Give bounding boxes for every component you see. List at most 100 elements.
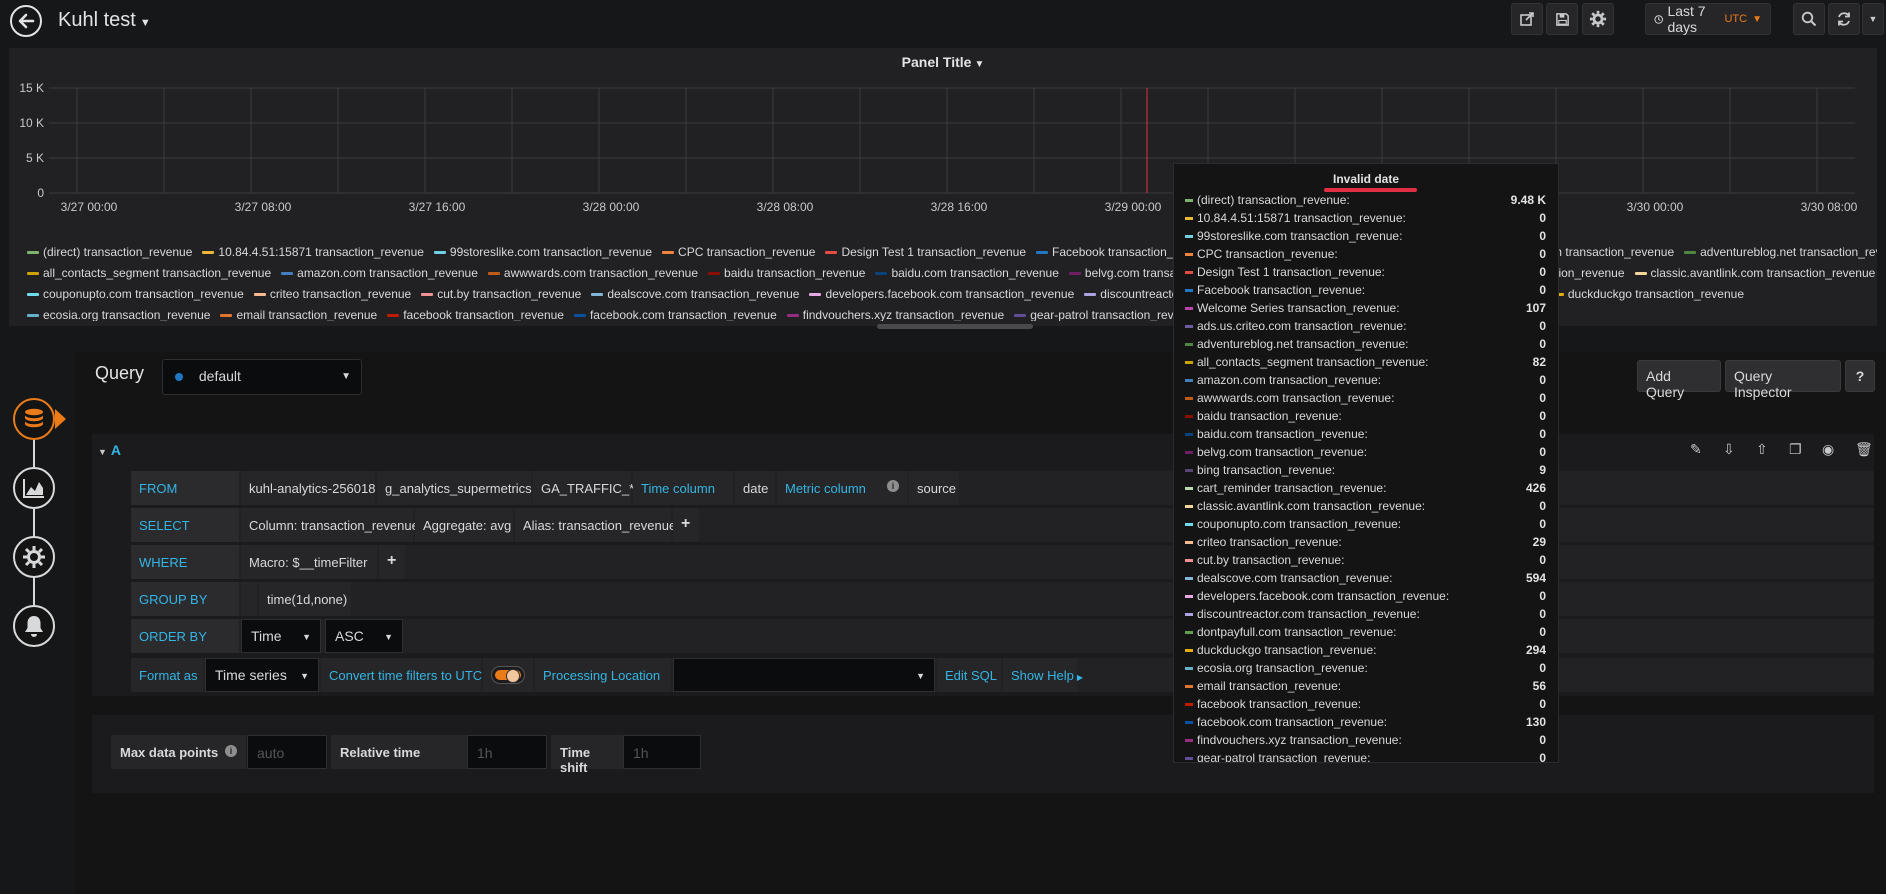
graph-canvas[interactable]: 15 K 10 K 5 K 0 3/27 00:00 3/27 08:00 3/27 16:… xyxy=(9,78,1877,248)
metric-column-segment[interactable]: source xyxy=(909,471,959,505)
group-by-segment[interactable]: time(1d,none) xyxy=(259,582,351,616)
queries-tab[interactable] xyxy=(13,398,55,440)
legend-item[interactable]: baidu.com transaction_revenue xyxy=(875,266,1059,280)
legend-item[interactable]: cut.by transaction_revenue xyxy=(421,287,581,301)
legend-item[interactable]: adventureblog.net transaction_revenue xyxy=(1684,245,1877,259)
format-as-select[interactable]: Time series ▼ xyxy=(205,658,319,692)
time-shift-input[interactable]: 1h xyxy=(623,735,701,769)
legend-item[interactable]: classic.avantlink.com transaction_revenu… xyxy=(1634,266,1875,280)
project-segment[interactable]: kuhl-analytics-256018 xyxy=(241,471,375,505)
tooltip-series-name: classic.avantlink.com transaction_revenu… xyxy=(1197,499,1426,513)
refresh-button[interactable] xyxy=(1828,3,1860,35)
visualization-tab[interactable] xyxy=(13,467,55,509)
select-keyword: SELECT xyxy=(131,508,239,542)
convert-utc-toggle[interactable] xyxy=(491,666,525,684)
legend-swatch xyxy=(487,272,500,276)
processing-location-select[interactable]: ▼ xyxy=(673,658,935,692)
legend-item[interactable]: facebook.com transaction_revenue xyxy=(573,308,777,321)
legend-item[interactable]: 10.84.4.51:15871 transaction_revenue xyxy=(202,245,424,259)
caret-down-icon: ▼ xyxy=(1752,13,1762,25)
datasource-select[interactable]: default ▼ xyxy=(162,359,362,395)
legend-label: email transaction_revenue xyxy=(236,308,378,321)
help-button[interactable]: ? xyxy=(1845,360,1875,392)
relative-time-input[interactable]: 1h xyxy=(467,735,547,769)
query-row-toggle[interactable]: ▼ A xyxy=(98,442,121,458)
tooltip-series-value: 0 xyxy=(1539,265,1546,279)
tooltip-series-value: 29 xyxy=(1532,535,1546,549)
legend-item[interactable]: findvouchers.xyz transaction_revenue xyxy=(786,308,1004,321)
add-query-button[interactable]: Add Query xyxy=(1637,360,1721,400)
tooltip-series-row: belvg.com transaction_revenue: 0 xyxy=(1185,445,1555,463)
gear-wrench-icon xyxy=(23,546,45,568)
tooltip-series-value: 0 xyxy=(1539,229,1546,243)
tooltip-series-name: cut.by transaction_revenue: xyxy=(1197,553,1345,567)
table-segment[interactable]: GA_TRAFFIC_* xyxy=(533,471,634,505)
alert-tab[interactable] xyxy=(13,605,55,647)
query-inspector-button[interactable]: Query Inspector xyxy=(1725,360,1841,400)
tooltip-swatch xyxy=(1185,595,1193,599)
tooltip-series-value: 9.48 K xyxy=(1510,193,1546,207)
panel-title[interactable]: Panel Title ▼ xyxy=(9,54,1877,70)
x-tick-label: 3/29 00:00 xyxy=(1105,200,1162,214)
legend-item[interactable]: awwwards.com transaction_revenue xyxy=(487,266,698,280)
add-select-button[interactable]: + xyxy=(673,508,699,542)
save-dashboard-button[interactable] xyxy=(1546,3,1578,35)
info-icon[interactable]: i xyxy=(887,480,899,492)
eye-icon[interactable]: ◉ xyxy=(1822,441,1834,458)
column-segment[interactable]: Column: transaction_revenue xyxy=(241,508,419,542)
time-range-picker[interactable]: Last 7 days UTC ▼ xyxy=(1645,3,1771,35)
legend-item[interactable]: Design Test 1 transaction_revenue xyxy=(825,245,1026,259)
legend-item[interactable]: developers.facebook.com transaction_reve… xyxy=(809,287,1074,301)
caret-down-icon: ▼ xyxy=(98,447,107,457)
legend-item[interactable]: 99storeslike.com transaction_revenue xyxy=(433,245,652,259)
legend-swatch xyxy=(1014,314,1027,318)
show-help-button[interactable]: Show Help ▶ xyxy=(1003,658,1083,692)
macro-segment[interactable]: Macro: $__timeFilter xyxy=(241,545,377,579)
refresh-interval-dropdown[interactable]: ▼ xyxy=(1862,3,1884,35)
legend-item[interactable]: facebook transaction_revenue xyxy=(387,308,564,321)
tooltip-swatch xyxy=(1185,721,1193,725)
back-button[interactable] xyxy=(10,5,42,37)
max-data-points-input[interactable]: auto xyxy=(247,735,327,769)
legend-item[interactable]: duckduckgo transaction_revenue xyxy=(1551,287,1744,301)
legend-item[interactable]: criteo transaction_revenue xyxy=(253,287,411,301)
copy-icon[interactable]: ❐ xyxy=(1789,441,1802,458)
legend-horizontal-scrollbar[interactable] xyxy=(877,324,1033,329)
add-where-button[interactable]: + xyxy=(379,545,405,579)
order-by-column-value: Time xyxy=(251,628,282,644)
legend-item[interactable]: ecosia.org transaction_revenue xyxy=(27,308,210,321)
pencil-icon[interactable]: ✎ xyxy=(1690,441,1702,458)
dataset-segment[interactable]: g_analytics_supermetrics xyxy=(377,471,532,505)
settings-button[interactable] xyxy=(1582,3,1614,35)
aggregate-segment[interactable]: Aggregate: avg xyxy=(415,508,513,542)
arrow-down-icon[interactable]: ⇩ xyxy=(1723,441,1735,458)
legend-item[interactable]: amazon.com transaction_revenue xyxy=(281,266,478,280)
order-by-column-select[interactable]: Time ▼ xyxy=(241,619,321,653)
trash-icon[interactable]: 🗑 xyxy=(1855,441,1873,458)
tooltip-swatch xyxy=(1185,253,1193,257)
y-tick-label: 5 K xyxy=(26,151,44,165)
zoom-out-button[interactable] xyxy=(1793,3,1825,35)
legend-item[interactable]: email transaction_revenue xyxy=(220,308,377,321)
legend-item[interactable]: couponupto.com transaction_revenue xyxy=(27,287,244,301)
processing-location-label: Processing Location xyxy=(535,658,671,692)
legend-label: dealscove.com transaction_revenue xyxy=(607,287,800,301)
x-tick-label: 3/30 08:00 xyxy=(1801,200,1858,214)
dashboard-title[interactable]: Kuhl test ▼ xyxy=(58,9,151,32)
legend-item[interactable]: baidu transaction_revenue xyxy=(708,266,865,280)
x-tick-label: 3/27 00:00 xyxy=(61,200,118,214)
info-icon[interactable]: i xyxy=(225,745,237,757)
time-column-segment[interactable]: date xyxy=(735,471,775,505)
general-tab[interactable] xyxy=(13,536,55,578)
format-as-label: Format as xyxy=(131,658,203,692)
share-button[interactable] xyxy=(1511,3,1543,35)
edit-sql-button[interactable]: Edit SQL xyxy=(937,658,1001,692)
tooltip-series-row: facebook transaction_revenue: 0 xyxy=(1185,697,1555,715)
legend-item[interactable]: (direct) transaction_revenue xyxy=(27,245,192,259)
arrow-up-icon[interactable]: ⇧ xyxy=(1756,441,1768,458)
alias-segment[interactable]: Alias: transaction_revenue xyxy=(515,508,676,542)
legend-item[interactable]: all_contacts_segment transaction_revenue xyxy=(27,266,271,280)
order-by-direction-select[interactable]: ASC ▼ xyxy=(325,619,403,653)
legend-item[interactable]: dealscove.com transaction_revenue xyxy=(591,287,799,301)
legend-item[interactable]: CPC transaction_revenue xyxy=(662,245,815,259)
